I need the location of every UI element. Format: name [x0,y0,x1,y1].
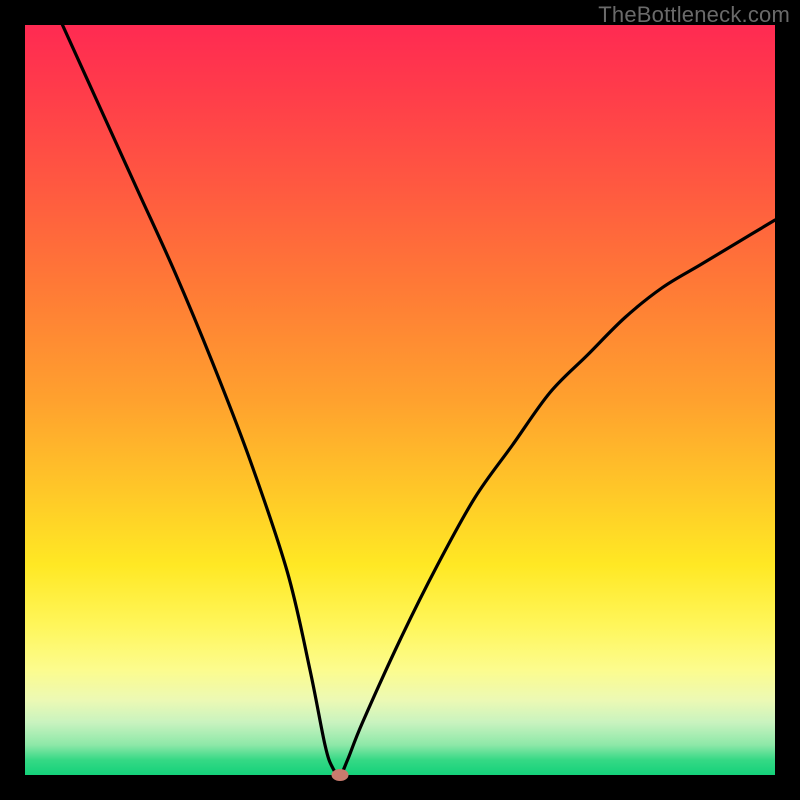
minimum-marker [332,769,349,781]
curve-svg [25,25,775,775]
watermark-text: TheBottleneck.com [598,2,790,28]
bottleneck-curve [63,25,776,775]
plot-area [25,25,775,775]
chart-frame: TheBottleneck.com [0,0,800,800]
